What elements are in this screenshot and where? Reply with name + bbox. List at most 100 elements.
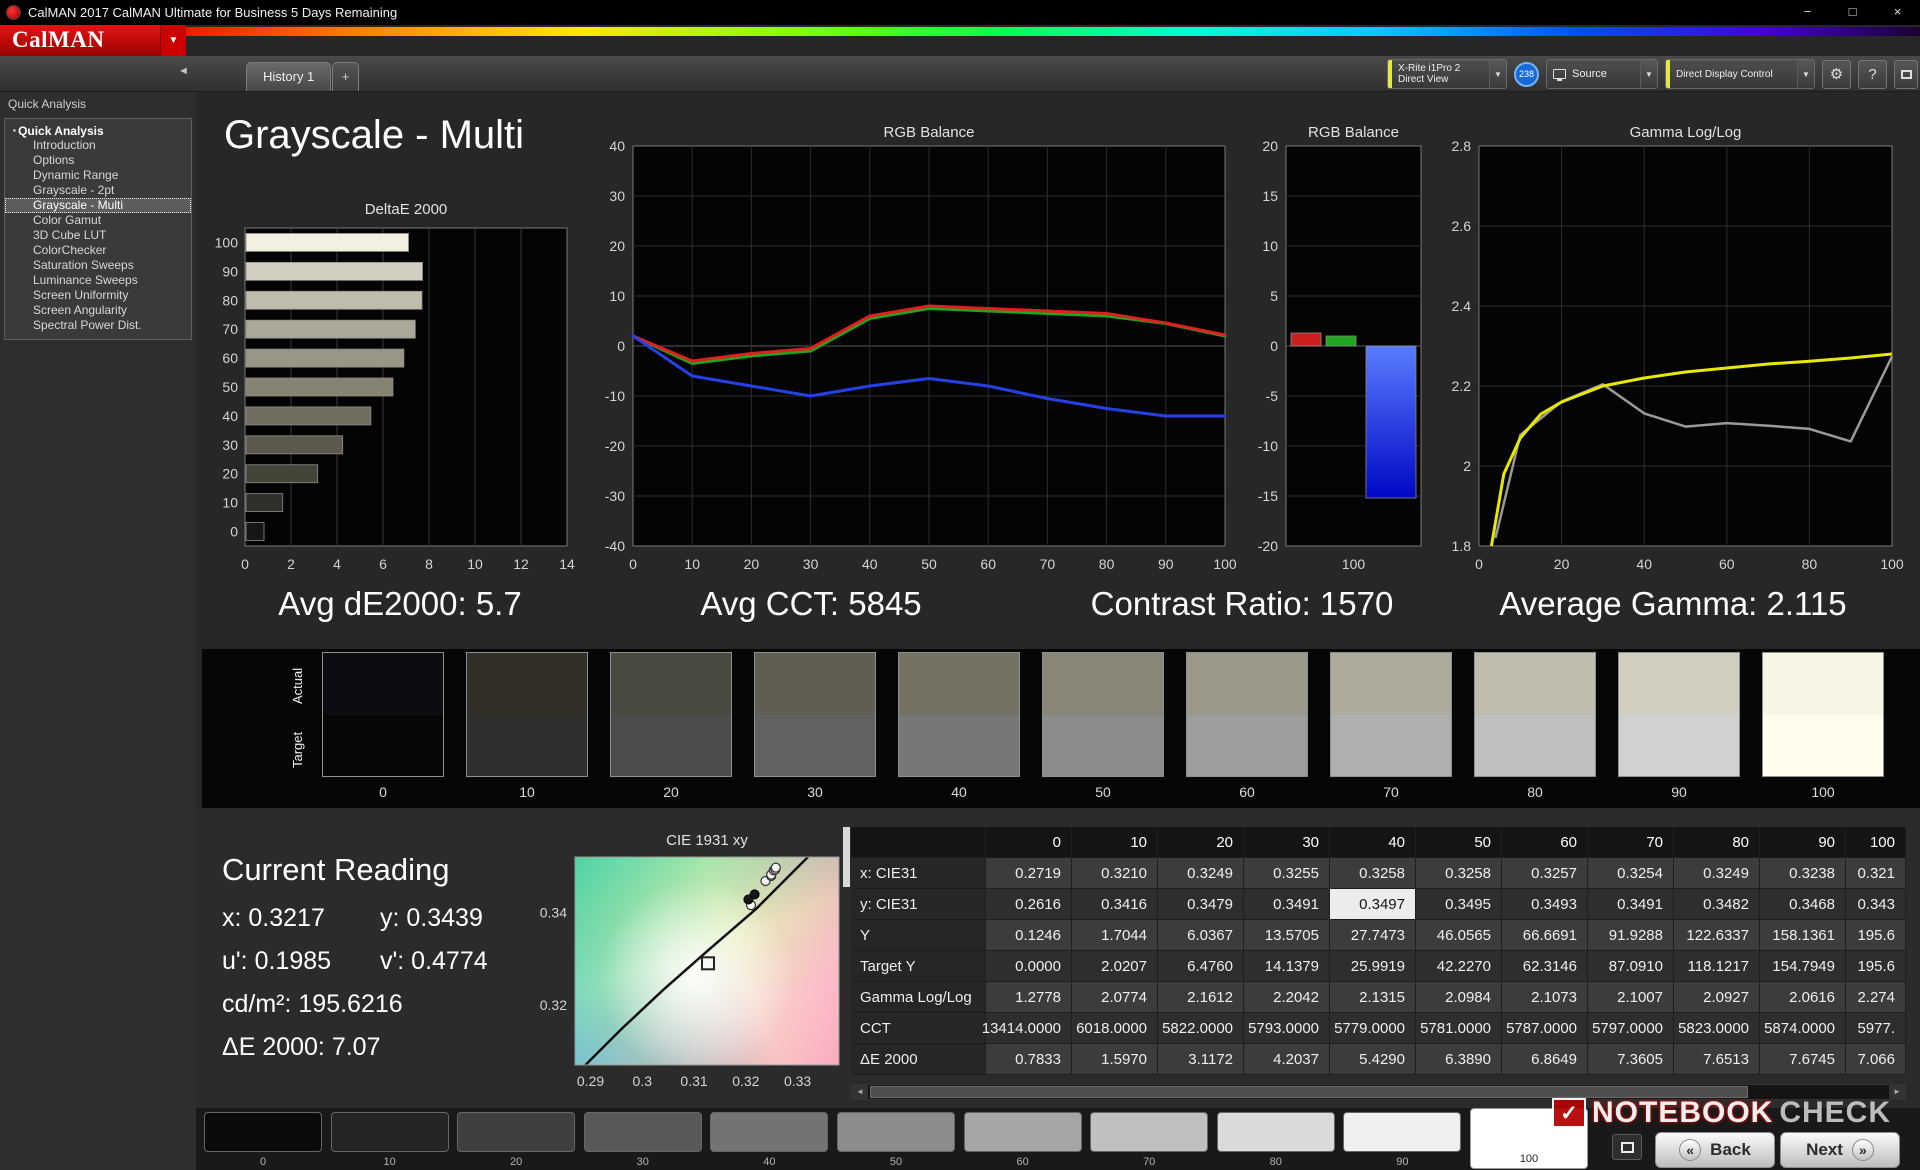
table-cell[interactable]: 27.7473 bbox=[1330, 920, 1416, 951]
table-cell[interactable]: 5823.0000 bbox=[1674, 1013, 1760, 1044]
table-cell[interactable]: 154.7949 bbox=[1760, 951, 1846, 982]
table-cell[interactable]: 0.321 bbox=[1846, 858, 1906, 889]
table-cell[interactable]: 87.0910 bbox=[1588, 951, 1674, 982]
sidebar-item-spectral-power-dist[interactable]: Spectral Power Dist. bbox=[5, 318, 191, 333]
sidebar-item-screen-angularity[interactable]: Screen Angularity bbox=[5, 303, 191, 318]
table-cell[interactable]: 2.1315 bbox=[1330, 982, 1416, 1013]
table-cell[interactable]: 5822.0000 bbox=[1158, 1013, 1244, 1044]
table-cell[interactable]: 0.3497 bbox=[1330, 889, 1416, 920]
sidebar-item-colorchecker[interactable]: ColorChecker bbox=[5, 243, 191, 258]
table-cell[interactable]: 5793.0000 bbox=[1244, 1013, 1330, 1044]
table-cell[interactable]: 6.0367 bbox=[1158, 920, 1244, 951]
table-cell[interactable]: 0.3495 bbox=[1416, 889, 1502, 920]
sidebar-item-quick-analysis[interactable]: Quick Analysis bbox=[5, 123, 191, 138]
table-cell[interactable]: 7.066 bbox=[1846, 1044, 1906, 1075]
table-cell[interactable]: 46.0565 bbox=[1416, 920, 1502, 951]
table-scroll-marker[interactable] bbox=[843, 827, 850, 887]
table-cell[interactable]: 5.4290 bbox=[1330, 1044, 1416, 1075]
level-button-80[interactable] bbox=[1216, 1112, 1335, 1152]
calman-logo[interactable]: CalMAN ▼ bbox=[0, 25, 186, 56]
sidebar-item-options[interactable]: Options bbox=[5, 153, 191, 168]
table-cell[interactable]: 1.2778 bbox=[986, 982, 1072, 1013]
tab-add-button[interactable]: + bbox=[332, 62, 359, 91]
chevron-down-icon[interactable]: ▼ bbox=[1640, 60, 1657, 88]
sidebar-item-screen-uniformity[interactable]: Screen Uniformity bbox=[5, 288, 191, 303]
table-cell[interactable]: 2.1007 bbox=[1588, 982, 1674, 1013]
table-cell[interactable]: 2.274 bbox=[1846, 982, 1906, 1013]
table-cell[interactable]: 7.3605 bbox=[1588, 1044, 1674, 1075]
table-cell[interactable]: 118.1217 bbox=[1674, 951, 1760, 982]
table-cell[interactable]: 0.3479 bbox=[1158, 889, 1244, 920]
meter-dropdown[interactable]: X-Rite i1Pro 2 Direct View ▼ bbox=[1387, 59, 1507, 89]
collapse-sidebar-button[interactable]: ◄ bbox=[178, 65, 189, 77]
table-cell[interactable]: 1.5970 bbox=[1072, 1044, 1158, 1075]
level-button-40[interactable] bbox=[710, 1112, 829, 1152]
table-cell[interactable]: 0.3210 bbox=[1072, 858, 1158, 889]
table-cell[interactable]: 0.3254 bbox=[1588, 858, 1674, 889]
layout-toggle-button[interactable] bbox=[1612, 1134, 1642, 1160]
table-cell[interactable]: 6.4760 bbox=[1158, 951, 1244, 982]
table-cell[interactable]: 62.3146 bbox=[1502, 951, 1588, 982]
maximize-button[interactable]: □ bbox=[1830, 0, 1875, 25]
table-cell[interactable]: 13414.0000 bbox=[982, 1013, 1072, 1044]
table-cell[interactable]: 0.343 bbox=[1846, 889, 1906, 920]
table-cell[interactable]: 0.3258 bbox=[1416, 858, 1502, 889]
table-cell[interactable]: 158.1361 bbox=[1760, 920, 1846, 951]
level-button-60[interactable] bbox=[963, 1112, 1082, 1152]
table-cell[interactable]: 2.1612 bbox=[1158, 982, 1244, 1013]
table-cell[interactable]: 6.3890 bbox=[1416, 1044, 1502, 1075]
chevron-down-icon[interactable]: ▼ bbox=[1489, 60, 1506, 88]
sidebar-item-grayscale-multi[interactable]: Grayscale - Multi bbox=[5, 198, 191, 213]
table-cell[interactable]: 66.6691 bbox=[1502, 920, 1588, 951]
help-button[interactable]: ? bbox=[1858, 59, 1887, 89]
table-cell[interactable]: 25.9919 bbox=[1330, 951, 1416, 982]
source-dropdown[interactable]: Source ▼ bbox=[1546, 59, 1658, 89]
level-button-90[interactable] bbox=[1343, 1112, 1462, 1152]
table-cell[interactable]: 0.3255 bbox=[1244, 858, 1330, 889]
table-cell[interactable]: 2.0616 bbox=[1760, 982, 1846, 1013]
sidebar-item-luminance-sweeps[interactable]: Luminance Sweeps bbox=[5, 273, 191, 288]
table-cell[interactable]: 13.5705 bbox=[1244, 920, 1330, 951]
sidebar-item-grayscale-2pt[interactable]: Grayscale - 2pt bbox=[5, 183, 191, 198]
sidebar-item-saturation-sweeps[interactable]: Saturation Sweeps bbox=[5, 258, 191, 273]
level-button-30[interactable] bbox=[583, 1112, 702, 1152]
table-cell[interactable]: 122.6337 bbox=[1674, 920, 1760, 951]
table-cell[interactable]: 0.3491 bbox=[1244, 889, 1330, 920]
settings-button[interactable]: ⚙ bbox=[1822, 59, 1851, 89]
table-cell[interactable]: 6018.0000 bbox=[1072, 1013, 1158, 1044]
table-cell[interactable]: 0.3468 bbox=[1760, 889, 1846, 920]
table-cell[interactable]: 1.7044 bbox=[1072, 920, 1158, 951]
display-control-dropdown[interactable]: Direct Display Control ▼ bbox=[1665, 59, 1815, 89]
table-cell[interactable]: 2.0207 bbox=[1072, 951, 1158, 982]
close-button[interactable]: × bbox=[1875, 0, 1920, 25]
level-button-50[interactable] bbox=[837, 1112, 955, 1152]
table-cell[interactable]: 195.6 bbox=[1846, 920, 1906, 951]
table-cell[interactable]: 91.9288 bbox=[1588, 920, 1674, 951]
table-cell[interactable]: 5781.0000 bbox=[1416, 1013, 1502, 1044]
table-cell[interactable]: 7.6745 bbox=[1760, 1044, 1846, 1075]
chevron-down-icon[interactable]: ▼ bbox=[1797, 60, 1814, 88]
minimize-button[interactable]: − bbox=[1785, 0, 1830, 25]
table-cell[interactable]: 0.3249 bbox=[1674, 858, 1760, 889]
table-cell[interactable]: 5977. bbox=[1846, 1013, 1906, 1044]
table-cell[interactable]: 0.0000 bbox=[986, 951, 1072, 982]
table-cell[interactable]: 5874.0000 bbox=[1760, 1013, 1846, 1044]
tab-history-1[interactable]: History 1 bbox=[246, 62, 332, 91]
level-button-70[interactable] bbox=[1090, 1112, 1209, 1152]
table-cell[interactable]: 2.2042 bbox=[1244, 982, 1330, 1013]
table-cell[interactable]: 0.7833 bbox=[986, 1044, 1072, 1075]
table-cell[interactable]: 4.2037 bbox=[1244, 1044, 1330, 1075]
scroll-right-icon[interactable]: ► bbox=[1889, 1085, 1905, 1099]
table-cell[interactable]: 0.3482 bbox=[1674, 889, 1760, 920]
window-pin-button[interactable] bbox=[1894, 59, 1918, 89]
table-cell[interactable]: 0.3249 bbox=[1158, 858, 1244, 889]
table-cell[interactable]: 0.2719 bbox=[986, 858, 1072, 889]
table-cell[interactable]: 5797.0000 bbox=[1588, 1013, 1674, 1044]
table-cell[interactable]: 14.1379 bbox=[1244, 951, 1330, 982]
table-cell[interactable]: 195.6 bbox=[1846, 951, 1906, 982]
level-button-20[interactable] bbox=[457, 1112, 576, 1152]
table-cell[interactable]: 5779.0000 bbox=[1330, 1013, 1416, 1044]
table-cell[interactable]: 3.1172 bbox=[1158, 1044, 1244, 1075]
sidebar-item-color-gamut[interactable]: Color Gamut bbox=[5, 213, 191, 228]
table-cell[interactable]: 0.3491 bbox=[1588, 889, 1674, 920]
